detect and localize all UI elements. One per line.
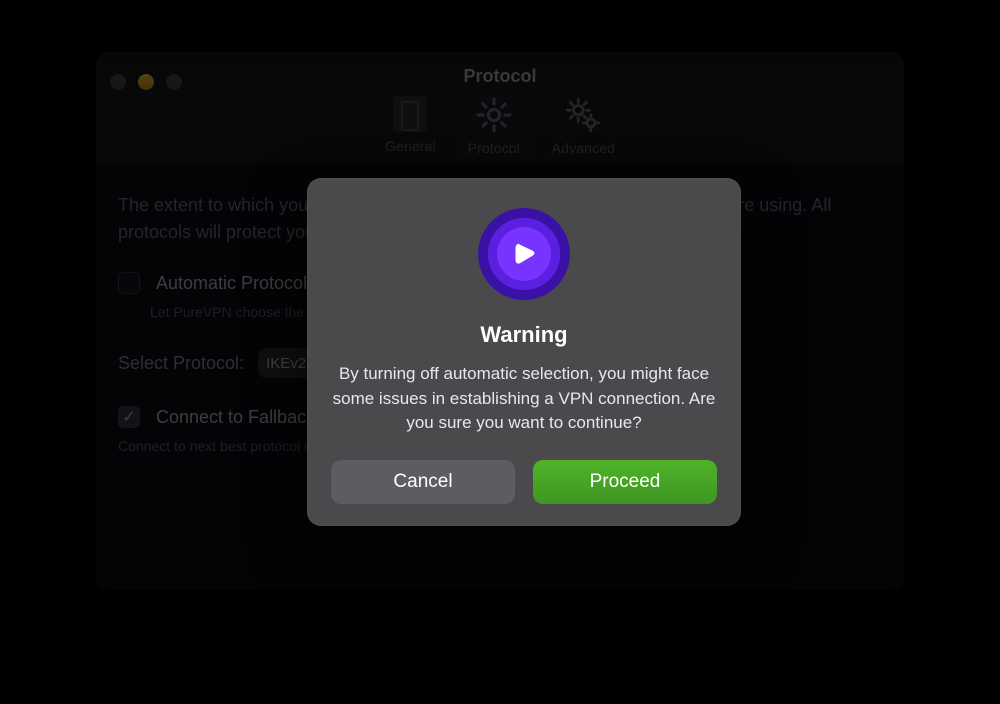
app-logo-icon xyxy=(478,208,570,300)
dialog-title: Warning xyxy=(331,322,717,348)
dialog-body: By turning off automatic selection, you … xyxy=(331,362,717,436)
app-logo-wrap xyxy=(331,208,717,300)
cancel-button[interactable]: Cancel xyxy=(331,460,515,504)
proceed-button[interactable]: Proceed xyxy=(533,460,717,504)
warning-dialog: Warning By turning off automatic selecti… xyxy=(307,178,741,526)
dialog-buttons: Cancel Proceed xyxy=(331,460,717,504)
